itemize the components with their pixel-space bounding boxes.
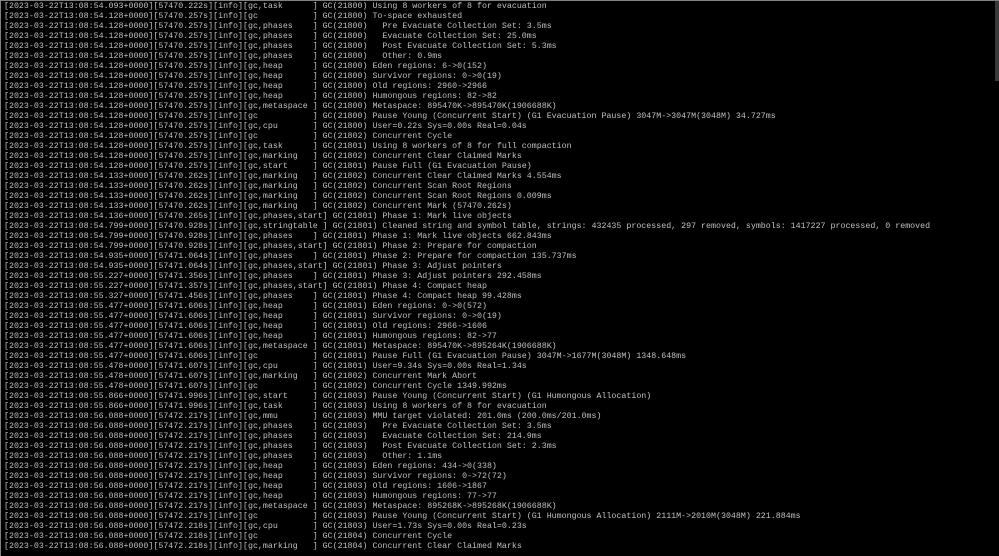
log-line: [2023-03-22T13:08:54.128+0000][57470.257…	[4, 72, 502, 81]
log-line: [2023-03-22T13:08:54.093+0000][57470.222…	[4, 2, 547, 11]
log-line: [2023-03-22T13:08:55.866+0000][57471.996…	[4, 392, 652, 401]
log-line: [2023-03-22T13:08:54.799+0000][57470.928…	[4, 232, 552, 241]
log-line: [2023-03-22T13:08:54.128+0000][57470.257…	[4, 82, 487, 91]
log-line: [2023-03-22T13:08:55.478+0000][57471.607…	[4, 382, 507, 391]
log-line: [2023-03-22T13:08:54.128+0000][57470.257…	[4, 122, 527, 131]
log-line: [2023-03-22T13:08:55.477+0000][57471.606…	[4, 352, 687, 361]
log-line: [2023-03-22T13:08:56.088+0000][57472.217…	[4, 452, 443, 461]
log-line: [2023-03-22T13:08:55.477+0000][57471.606…	[4, 342, 557, 351]
log-line: [2023-03-22T13:08:54.128+0000][57470.257…	[4, 62, 487, 71]
log-line: [2023-03-22T13:08:54.128+0000][57470.257…	[4, 112, 776, 121]
log-output[interactable]: [2023-03-22T13:08:54.093+0000][57470.222…	[4, 2, 989, 556]
log-line: [2023-03-22T13:08:54.136+0000][57470.265…	[4, 212, 512, 221]
log-line: [2023-03-22T13:08:56.088+0000][57472.217…	[4, 422, 552, 431]
log-line: [2023-03-22T13:08:54.128+0000][57470.257…	[4, 102, 557, 111]
log-line: [2023-03-22T13:08:54.128+0000][57470.257…	[4, 42, 557, 51]
vertical-scrollbar[interactable]	[989, 1, 999, 556]
log-line: [2023-03-22T13:08:54.133+0000][57470.262…	[4, 192, 552, 201]
log-line: [2023-03-22T13:08:54.128+0000][57470.257…	[4, 92, 497, 101]
log-line: [2023-03-22T13:08:56.088+0000][57472.217…	[4, 412, 602, 421]
log-line: [2023-03-22T13:08:55.478+0000][57471.607…	[4, 362, 527, 371]
log-line: [2023-03-22T13:08:54.799+0000][57470.928…	[4, 222, 931, 231]
terminal-window[interactable]: [2023-03-22T13:08:54.093+0000][57470.222…	[0, 0, 999, 556]
log-line: [2023-03-22T13:08:55.477+0000][57471.606…	[4, 322, 487, 331]
log-line: [2023-03-22T13:08:55.327+0000][57471.456…	[4, 292, 522, 301]
log-line: [2023-03-22T13:08:56.088+0000][57472.218…	[4, 532, 453, 541]
log-line: [2023-03-22T13:08:54.935+0000][57471.064…	[4, 262, 502, 271]
log-line: [2023-03-22T13:08:54.128+0000][57470.257…	[4, 152, 522, 161]
log-line: [2023-03-22T13:08:56.088+0000][57472.217…	[4, 462, 497, 471]
log-line: [2023-03-22T13:08:55.478+0000][57471.607…	[4, 372, 477, 381]
scrollbar-thumb[interactable]	[995, 1, 999, 81]
log-line: [2023-03-22T13:08:55.477+0000][57471.606…	[4, 302, 487, 311]
log-line: [2023-03-22T13:08:55.477+0000][57471.606…	[4, 332, 497, 341]
log-line: [2023-03-22T13:08:54.128+0000][57470.257…	[4, 162, 532, 171]
log-line: [2023-03-22T13:08:56.088+0000][57472.218…	[4, 542, 522, 551]
log-line: [2023-03-22T13:08:54.128+0000][57470.257…	[4, 132, 453, 141]
log-line: [2023-03-22T13:08:55.866+0000][57471.996…	[4, 402, 547, 411]
log-line: [2023-03-22T13:08:54.133+0000][57470.262…	[4, 182, 512, 191]
log-line: [2023-03-22T13:08:56.088+0000][57472.217…	[4, 492, 497, 501]
log-line: [2023-03-22T13:08:54.935+0000][57471.064…	[4, 252, 577, 261]
log-line: [2023-03-22T13:08:54.133+0000][57470.262…	[4, 172, 562, 181]
log-line: [2023-03-22T13:08:55.477+0000][57471.606…	[4, 312, 502, 321]
log-line: [2023-03-22T13:08:54.128+0000][57470.257…	[4, 142, 572, 151]
log-line: [2023-03-22T13:08:56.088+0000][57472.217…	[4, 442, 557, 451]
log-line: [2023-03-22T13:08:54.133+0000][57470.262…	[4, 202, 512, 211]
log-line: [2023-03-22T13:08:56.088+0000][57472.217…	[4, 432, 542, 441]
log-line: [2023-03-22T13:08:56.088+0000][57472.217…	[4, 512, 801, 521]
log-line: [2023-03-22T13:08:54.128+0000][57470.257…	[4, 12, 463, 21]
log-line: [2023-03-22T13:08:54.128+0000][57470.257…	[4, 32, 537, 41]
log-line: [2023-03-22T13:08:56.088+0000][57472.217…	[4, 482, 487, 491]
log-line: [2023-03-22T13:08:55.227+0000][57471.357…	[4, 282, 487, 291]
log-line: [2023-03-22T13:08:54.128+0000][57470.257…	[4, 22, 552, 31]
log-line: [2023-03-22T13:08:54.799+0000][57470.928…	[4, 242, 537, 251]
log-line: [2023-03-22T13:08:56.088+0000][57472.218…	[4, 522, 527, 531]
log-line: [2023-03-22T13:08:56.088+0000][57472.217…	[4, 502, 557, 511]
log-line: [2023-03-22T13:08:56.088+0000][57472.217…	[4, 472, 507, 481]
log-line: [2023-03-22T13:08:54.128+0000][57470.257…	[4, 52, 443, 61]
log-line: [2023-03-22T13:08:55.227+0000][57471.356…	[4, 272, 542, 281]
